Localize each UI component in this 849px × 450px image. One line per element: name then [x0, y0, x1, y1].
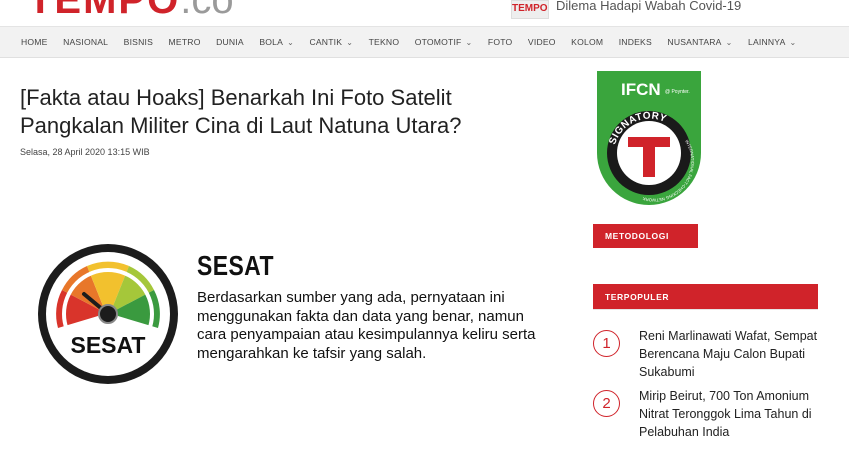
nav-item-label: TEKNO: [368, 37, 400, 47]
nav-item-label: FOTO: [487, 37, 513, 47]
ifcn-signatory-badge-icon[interactable]: IFCN @ Poynter. SIGNATORY INTERNATIONAL …: [593, 71, 705, 209]
popular-item-2[interactable]: 2 Mirip Beirut, 700 Ton Amonium Nitrat T…: [593, 387, 833, 450]
logo-main-text: TEMPO: [28, 0, 181, 22]
ticker-headline[interactable]: Dilema Hadapi Wabah Covid-19: [556, 0, 741, 13]
main-nav: HOME NASIONAL BISNIS METRO DUNIA BOLA ⌄ CANTIK ⌄…: [0, 26, 849, 58]
nav-item-indeks[interactable]: INDEKS: [619, 37, 652, 47]
nav-item-kolom[interactable]: KOLOM: [571, 37, 603, 47]
nav-item-label: OTOMOTIF: [414, 37, 462, 47]
nav-item-label: METRO: [168, 37, 201, 47]
gauge-label: SESAT: [71, 332, 146, 358]
nav-item-metro[interactable]: METRO: [169, 37, 201, 47]
nav-item-nusantara[interactable]: NUSANTARA ⌄: [667, 37, 732, 47]
verdict-gauge-icon: SESAT: [38, 244, 178, 384]
popular-title-2[interactable]: Mirip Beirut, 700 Ton Amonium Nitrat Ter…: [639, 387, 829, 441]
popular-title-1[interactable]: Reni Marlinawati Wafat, Sempat Berencana…: [639, 327, 829, 381]
nav-item-label: KOLOM: [571, 37, 604, 47]
nav-item-label: INDEKS: [618, 37, 652, 47]
nav-item-tekno[interactable]: TEKNO: [369, 37, 400, 47]
nav-item-label: BISNIS: [123, 37, 154, 47]
site-header: TEMPO.co TEMPO.CO Dilema Hadapi Wabah Co…: [0, 0, 849, 26]
chevron-down-icon: ⌄: [346, 38, 354, 47]
nav-item-label: DUNIA: [216, 37, 244, 47]
nav-item-nasional[interactable]: NASIONAL: [63, 37, 108, 47]
nav-item-label: LAINNYA: [748, 37, 786, 47]
svg-text:IFCN: IFCN: [621, 80, 661, 99]
chevron-down-icon: ⌄: [789, 38, 797, 47]
chevron-down-icon: ⌄: [725, 38, 733, 47]
popular-item-1[interactable]: 1 Reni Marlinawati Wafat, Sempat Berenca…: [593, 327, 833, 390]
verdict-description: Berdasarkan sumber yang ada, pernyataan …: [197, 289, 536, 362]
ticker-thumbnail[interactable]: TEMPO.CO: [511, 0, 549, 19]
nav-item-cantik[interactable]: CANTIK ⌄: [309, 37, 353, 47]
nav-item-otomotif[interactable]: OTOMOTIF ⌄: [415, 37, 473, 47]
popular-rank-1: 1: [593, 330, 620, 357]
nav-item-label: NUSANTARA: [667, 37, 722, 47]
verdict-title: SESAT: [197, 250, 274, 281]
nav-item-foto[interactable]: FOTO: [488, 37, 513, 47]
nav-item-label: HOME: [21, 37, 48, 47]
terpopuler-heading: TERPOPULER: [593, 284, 818, 310]
popular-rank-2: 2: [593, 390, 620, 417]
svg-text:@ Poynter.: @ Poynter.: [665, 89, 690, 95]
chevron-down-icon: ⌄: [287, 38, 294, 47]
tempo-logo[interactable]: TEMPO.co: [28, 0, 234, 23]
article-date: Selasa, 28 April 2020 13:15 WIB: [20, 147, 150, 157]
nav-item-video[interactable]: VIDEO: [528, 37, 556, 47]
nav-item-label: VIDEO: [527, 37, 556, 47]
nav-item-label: CANTIK: [309, 37, 343, 47]
nav-item-dunia[interactable]: DUNIA: [216, 37, 244, 47]
terpopuler-divider: [593, 309, 818, 310]
chevron-down-icon: ⌄: [465, 38, 473, 47]
nav-item-bisnis[interactable]: BISNIS: [124, 37, 153, 47]
nav-item-bola[interactable]: BOLA ⌄: [259, 37, 294, 47]
nav-item-label: BOLA: [259, 37, 284, 47]
nav-item-home[interactable]: HOME: [21, 37, 48, 47]
nav-item-label: NASIONAL: [63, 37, 109, 47]
article-title: [Fakta atau Hoaks] Benarkah Ini Foto Sat…: [20, 85, 462, 138]
logo-suffix-text: .co: [180, 0, 234, 22]
nav-item-lainnya[interactable]: LAINNYA ⌄: [748, 37, 796, 47]
nav-list: HOME NASIONAL BISNIS METRO DUNIA BOLA ⌄ CANTIK ⌄…: [0, 27, 849, 57]
metodologi-button[interactable]: METODOLOGI: [593, 224, 698, 248]
